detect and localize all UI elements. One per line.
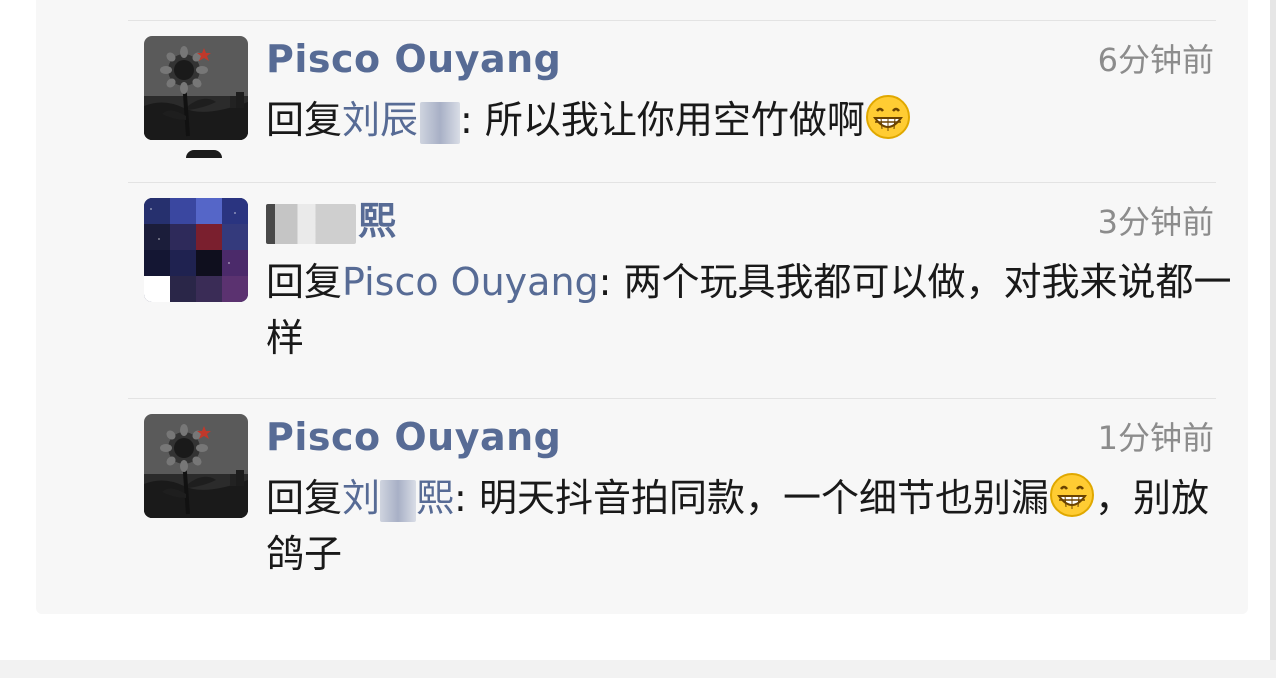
comment-item[interactable]: 熙 3分钟前 回复Pisco Ouyang: 两个玩具我都可以做，对我来说都一样 bbox=[144, 198, 1234, 378]
sunflower-avatar-icon bbox=[144, 36, 248, 140]
avatar-edge bbox=[186, 150, 222, 158]
author-name-visible: 熙 bbox=[358, 199, 397, 243]
mention-link[interactable]: Pisco Ouyang bbox=[342, 260, 599, 304]
avatar[interactable] bbox=[144, 198, 248, 302]
mention-link[interactable]: 刘辰 bbox=[342, 98, 461, 144]
redacted-block bbox=[266, 203, 356, 244]
author-name[interactable]: Pisco Ouyang bbox=[266, 414, 561, 460]
comment-text: 回复刘辰: 所以我让你用空竹做啊 bbox=[266, 92, 1234, 148]
separator: : bbox=[460, 98, 485, 142]
divider bbox=[128, 398, 1216, 399]
timestamp: 3分钟前 bbox=[1097, 203, 1214, 241]
grinning-face-icon bbox=[1049, 472, 1095, 518]
timestamp: 6分钟前 bbox=[1097, 41, 1214, 79]
comment-item[interactable]: Pisco Ouyang 1分钟前 回复刘 熙: 明天抖音拍同款，一个细节也别漏，… bbox=[144, 414, 1234, 594]
comment-body: 所以我让你用空竹做啊 bbox=[484, 98, 865, 142]
author-name[interactable]: Pisco Ouyang bbox=[266, 36, 561, 82]
mention-name-part: 刘 bbox=[342, 476, 381, 520]
reply-prefix: 回复 bbox=[266, 476, 343, 520]
author-name[interactable]: 熙 bbox=[266, 198, 397, 244]
avatar[interactable] bbox=[144, 36, 248, 140]
separator: : bbox=[454, 476, 479, 520]
mention-name-part: 熙 bbox=[416, 476, 455, 520]
timestamp: 1分钟前 bbox=[1097, 419, 1214, 457]
scrollbar-track[interactable] bbox=[1270, 0, 1276, 660]
divider bbox=[128, 20, 1216, 21]
comment-text: 回复刘 熙: 明天抖音拍同款，一个细节也别漏 ，别放鸽子 bbox=[266, 470, 1234, 582]
bottom-bar bbox=[0, 660, 1276, 678]
avatar[interactable] bbox=[144, 414, 248, 518]
comment-body: 明天抖音拍同款，一个细节也别漏 bbox=[478, 476, 1049, 520]
redacted-block bbox=[420, 101, 461, 144]
reply-prefix: 回复 bbox=[266, 98, 343, 142]
redacted-block bbox=[380, 479, 417, 522]
mention-name: 刘辰 bbox=[342, 98, 419, 142]
pixelated-avatar-icon bbox=[144, 198, 248, 302]
comment-text: 回复Pisco Ouyang: 两个玩具我都可以做，对我来说都一样 bbox=[266, 254, 1234, 366]
comment-item[interactable]: Pisco Ouyang 6分钟前 回复刘辰: 所以我让你用空竹做啊 bbox=[144, 36, 1234, 166]
grinning-face-icon bbox=[865, 94, 911, 140]
mention-link[interactable]: 刘熙 bbox=[342, 476, 455, 522]
reply-prefix: 回复 bbox=[266, 260, 343, 304]
divider bbox=[128, 182, 1216, 183]
sunflower-avatar-icon bbox=[144, 414, 248, 518]
separator: : bbox=[598, 260, 624, 304]
